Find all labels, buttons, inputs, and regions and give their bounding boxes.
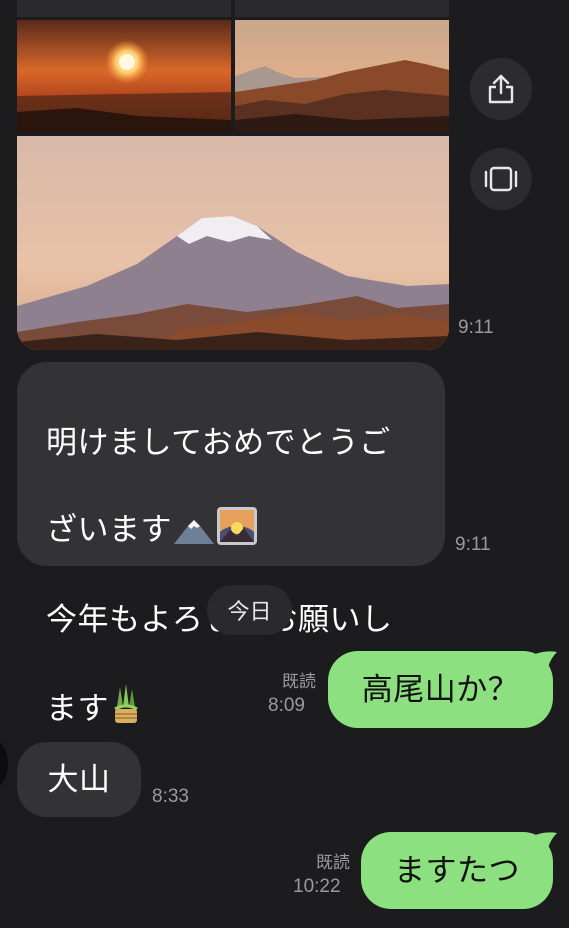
message-time: 8:09	[268, 695, 305, 716]
photo-mount-fuji[interactable]	[17, 136, 449, 350]
message-time: 8:33	[152, 786, 189, 807]
mount-fuji-icon	[172, 515, 216, 557]
gallery-expand-icon	[484, 166, 518, 192]
outgoing-message-bubble[interactable]: ますたつ	[361, 832, 553, 909]
message-line: ます	[46, 691, 109, 727]
outgoing-message-bubble[interactable]: 高尾山か？	[328, 651, 553, 728]
avatar[interactable]	[0, 742, 8, 786]
bubble-tail	[535, 651, 557, 672]
message-time: 10:22	[293, 876, 341, 897]
message-time: 9:11	[458, 317, 494, 338]
photo-thumbnail-partial[interactable]	[17, 0, 231, 17]
message-text: 高尾山か？	[361, 671, 520, 708]
message-line: ざいます	[46, 512, 172, 548]
read-receipt: 既読	[316, 853, 350, 873]
incoming-message-bubble[interactable]: 大山	[17, 742, 141, 817]
message-time: 9:11	[455, 534, 491, 555]
sunrise-over-mountains-icon	[216, 506, 258, 557]
incoming-message-bubble[interactable]: 明けましておめでとうご ざいます 今年もよろしくお願いし ます	[17, 362, 445, 727]
kadomatsu-icon	[109, 683, 143, 736]
date-divider: 今日	[207, 585, 292, 635]
bubble-tail	[535, 832, 557, 853]
message-text: ますたつ	[394, 852, 520, 889]
photo-sunrise[interactable]	[17, 20, 231, 132]
gallery-expand-button[interactable]	[470, 148, 532, 210]
photo-mountain-ridge[interactable]	[235, 20, 449, 132]
message-text: 大山	[47, 761, 111, 798]
photo-thumbnail-partial[interactable]	[235, 0, 449, 17]
share-icon	[488, 74, 514, 104]
read-receipt: 既読	[282, 672, 316, 692]
share-button[interactable]	[470, 58, 532, 120]
message-line: 明けましておめでとうご	[46, 425, 391, 461]
